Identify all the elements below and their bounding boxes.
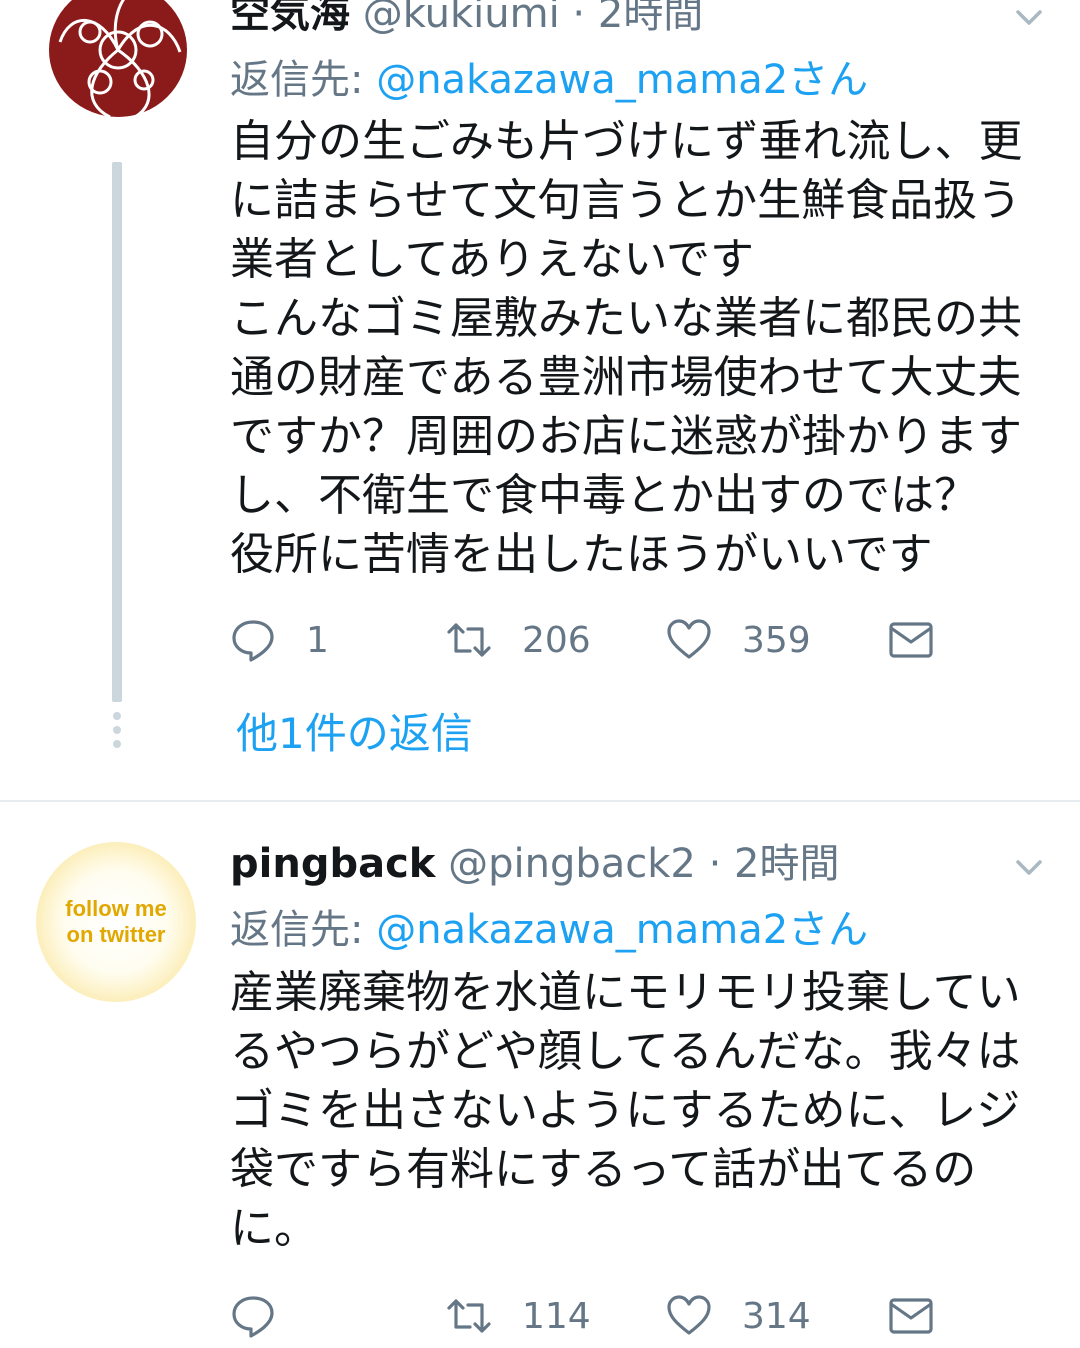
timestamp: · 2時間 (695, 841, 840, 887)
display-name[interactable]: 空気海 (230, 0, 350, 37)
reply-button[interactable] (230, 1286, 306, 1346)
reply-prefix: 返信先: (230, 57, 377, 103)
retweet-count: 206 (522, 619, 591, 661)
tweet-text: 産業廃棄物を水道にモリモリ投棄してい るやつらがどや顔してるんだな。我々は ゴミ… (230, 963, 1050, 1258)
flower-avatar-image (47, 0, 189, 119)
tweet-card[interactable]: 空気海 @kukiumi · 2時間 返信先: @nakazawa_mama2さ… (0, 0, 1080, 800)
like-button[interactable]: 314 (666, 1286, 811, 1346)
direct-message-button[interactable] (888, 610, 964, 670)
tweet-text-line: るやつらがどや顔してるんだな。我々は (230, 1026, 1021, 1077)
username[interactable]: @pingback2 (448, 841, 696, 887)
avatar[interactable]: follow me on twitter (36, 842, 196, 1002)
like-count: 359 (742, 619, 811, 661)
tweet-header: pingback @pingback2 · 2時間 (230, 834, 839, 894)
reply-button[interactable]: 1 (230, 610, 329, 670)
show-more-replies-link[interactable]: 他1件の返信 (236, 704, 473, 764)
chevron-down-icon[interactable] (1014, 2, 1044, 32)
retweet-count: 114 (522, 1295, 591, 1337)
avatar-text-line: on twitter (67, 922, 166, 947)
retweet-icon (447, 623, 491, 657)
retweet-button[interactable]: 206 (446, 610, 591, 670)
avatar-text-line: follow me (65, 896, 166, 921)
tweet-actions: 1 206 359 (230, 610, 970, 670)
divider (0, 800, 1080, 802)
like-button[interactable]: 359 (666, 610, 811, 670)
reply-prefix: 返信先: (230, 907, 377, 953)
tweet-text-line: 役所に苦情を出したほうがいいです (230, 529, 933, 580)
reply-icon (232, 1296, 274, 1338)
tweet-text: 自分の生ごみも片づけにず垂れ流し、更 に詰まらせて文句言うとか生鮮食品扱う 業者… (230, 112, 1050, 584)
heart-icon (667, 1295, 711, 1335)
display-name[interactable]: pingback (230, 841, 435, 887)
reply-context: 返信先: @nakazawa_mama2さん (230, 902, 868, 958)
tweet-text-line: ですか？周囲のお店に迷惑が掛かります (230, 411, 1022, 462)
reply-to-handle[interactable]: @nakazawa_mama2さん (376, 57, 868, 103)
tweet-text-line: ゴミを出さないようにするために、レジ (230, 1085, 1021, 1136)
reply-to-handle[interactable]: @nakazawa_mama2さん (376, 907, 868, 953)
tweet-text-line: に。 (230, 1203, 318, 1254)
thread-dots (112, 712, 122, 754)
tweet-text-line: に詰まらせて文句言うとか生鮮食品扱う (230, 175, 1022, 226)
reply-icon (232, 620, 274, 662)
tweet-text-line: 袋ですら有料にするって話が出てるの (230, 1144, 977, 1195)
reply-context: 返信先: @nakazawa_mama2さん (230, 52, 868, 108)
retweet-icon (447, 1299, 491, 1333)
tweet-text-line: 業者としてありえないです (230, 234, 755, 285)
tweet-text-line: 自分の生ごみも片づけにず垂れ流し、更 (230, 116, 1023, 167)
timestamp: · 2時間 (559, 0, 704, 37)
username[interactable]: @kukiumi (363, 0, 560, 37)
chevron-down-icon[interactable] (1014, 852, 1044, 882)
envelope-icon (889, 622, 933, 658)
follow-me-avatar-image: follow me on twitter (65, 896, 166, 947)
avatar[interactable] (40, 0, 196, 128)
tweet-text-line: し、不衛生で食中毒とか出すのでは？ (230, 470, 978, 521)
reply-count: 1 (306, 619, 329, 661)
tweet-text-line: 産業廃棄物を水道にモリモリ投棄してい (230, 967, 1021, 1018)
tweet-header: 空気海 @kukiumi · 2時間 (230, 0, 703, 44)
heart-icon (667, 619, 711, 659)
retweet-button[interactable]: 114 (446, 1286, 591, 1346)
like-count: 314 (742, 1295, 811, 1337)
envelope-icon (889, 1298, 933, 1334)
tweet-text-line: 通の財産である豊洲市場使わせて大丈夫 (230, 352, 1022, 403)
tweet-text-line: こんなゴミ屋敷みたいな業者に都民の共 (230, 293, 1022, 344)
direct-message-button[interactable] (888, 1286, 964, 1346)
tweet-actions: 114 314 (230, 1286, 970, 1346)
thread-line (112, 162, 122, 702)
